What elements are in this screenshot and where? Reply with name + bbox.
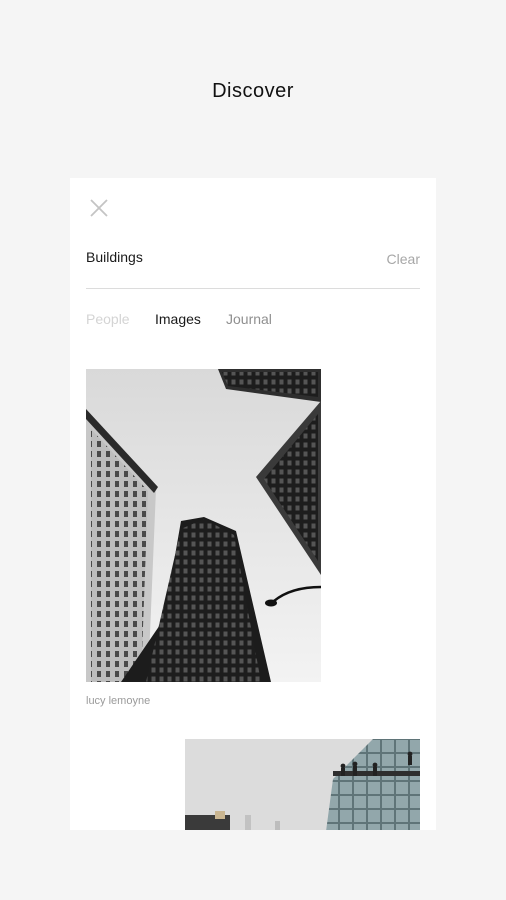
photo-credit: lucy lemoyne [86,695,151,707]
search-panel: Buildings Clear People Images Journal lu… [70,178,436,830]
tab-images[interactable]: Images [155,311,201,327]
tab-people[interactable]: People [86,311,130,327]
clear-button[interactable]: Clear [387,251,420,267]
result-image-2[interactable] [185,739,420,830]
tab-journal[interactable]: Journal [226,311,272,327]
result-image-1[interactable] [86,369,321,682]
page-title: Discover [212,80,294,102]
search-divider [86,288,420,289]
close-icon[interactable] [88,197,110,219]
search-input[interactable]: Buildings [86,249,143,265]
